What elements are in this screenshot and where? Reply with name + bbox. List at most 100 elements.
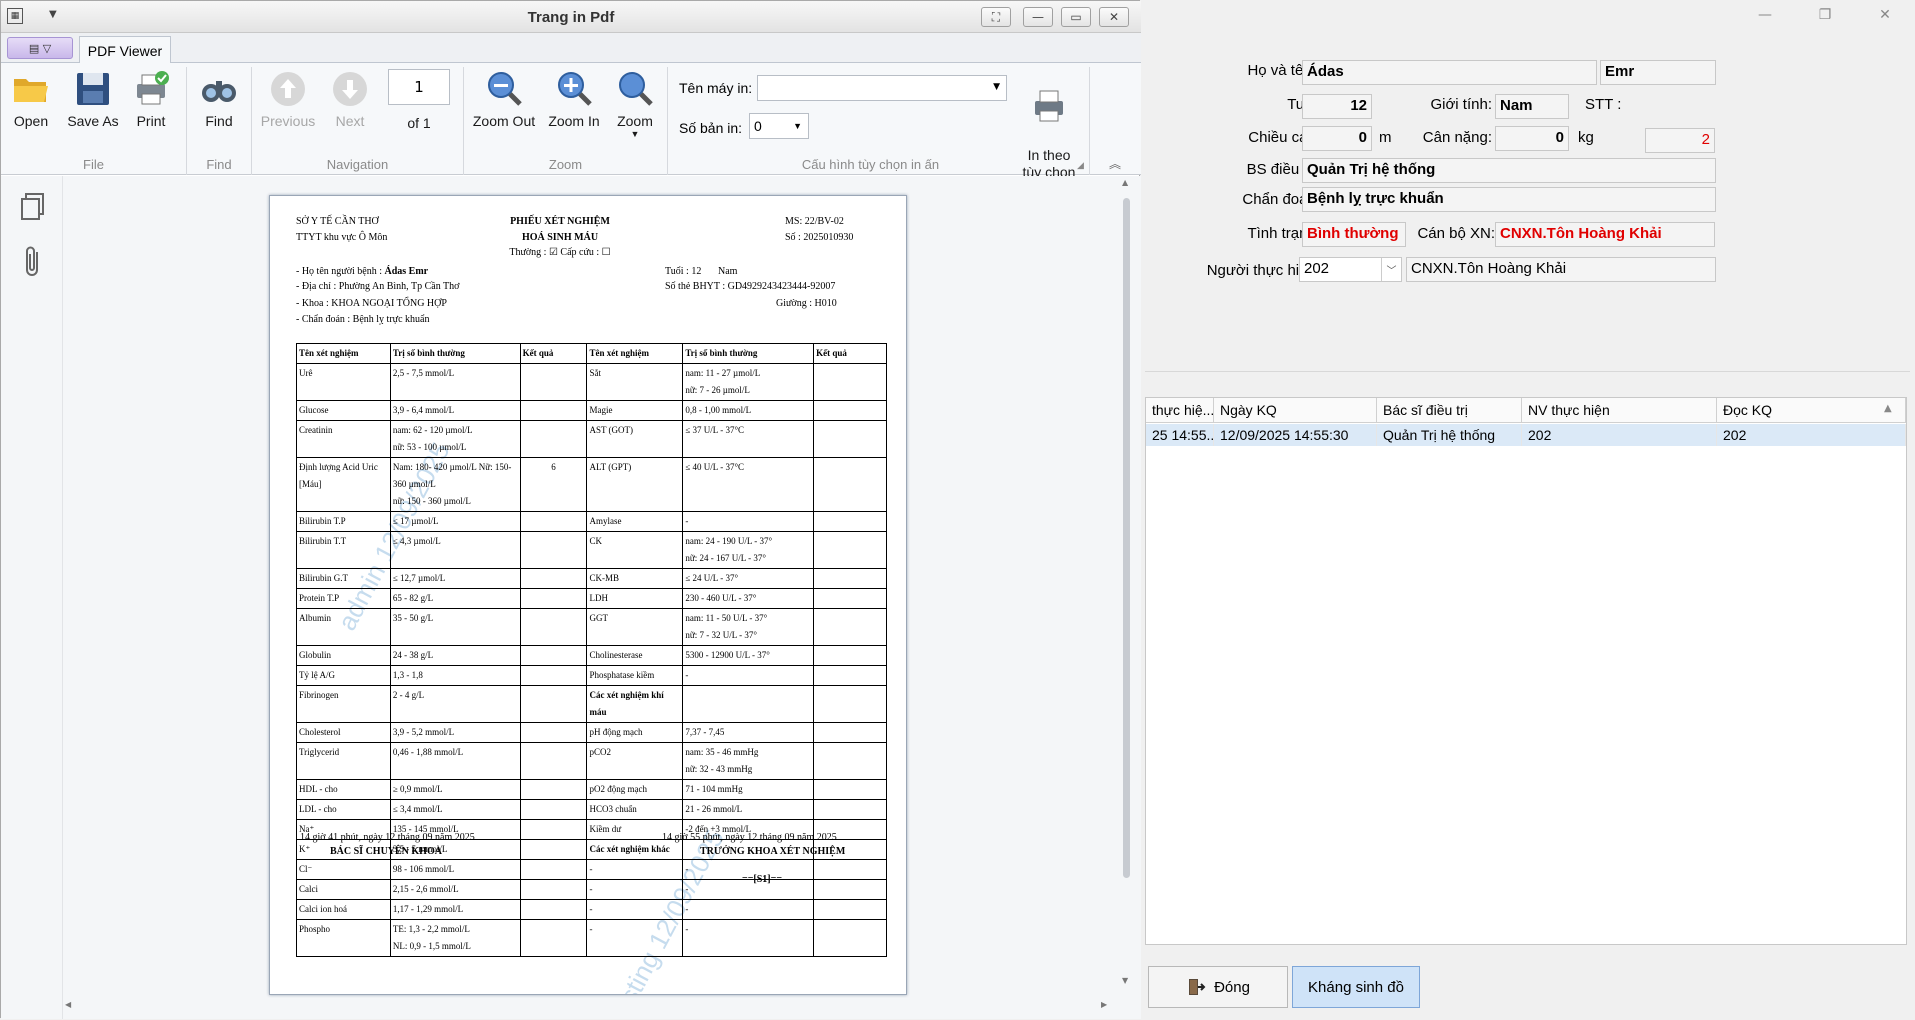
table-cell: Cholesterol <box>296 722 391 743</box>
close-icon[interactable]: ✕ <box>1099 7 1129 27</box>
lab-staff-field[interactable]: CNXN.Tôn Hoàng Khải <box>1495 222 1715 247</box>
table-cell: 1,3 - 1,8 <box>389 665 521 686</box>
collapse-ribbon-icon[interactable]: ︽ <box>1109 155 1121 172</box>
save-as-button[interactable]: Save As <box>65 69 121 129</box>
antibiogram-button[interactable]: Kháng sinh đồ <box>1292 966 1420 1008</box>
group-zoom-label: Zoom <box>548 157 583 172</box>
tab-pdf-viewer[interactable]: PDF Viewer <box>79 36 171 64</box>
fullscreen-icon[interactable]: ⛶ <box>981 7 1011 27</box>
open-button[interactable]: Open <box>9 69 53 129</box>
doc-sex: Nam <box>718 266 738 277</box>
weight-field[interactable]: 0 <box>1495 126 1569 151</box>
attachment-icon[interactable] <box>21 244 45 284</box>
age-label: Tuổi: <box>1170 96 1320 113</box>
grid-header[interactable]: NV thực hiện <box>1522 398 1717 423</box>
table-cell <box>519 879 588 900</box>
table-header: Trị số bình thường <box>682 343 815 364</box>
stt-label: STT : <box>1585 96 1622 113</box>
height-field[interactable]: 0 <box>1302 126 1372 151</box>
performer-name-field[interactable]: CNXN.Tôn Hoàng Khải <box>1406 257 1716 282</box>
grid-cell[interactable]: 202 <box>1522 424 1717 446</box>
last-name-field[interactable]: Emr <box>1600 60 1716 85</box>
printer-label: Tên máy in: <box>679 80 753 96</box>
table-cell: - <box>586 899 684 920</box>
app-menu-button[interactable]: ▤ ▽ <box>7 37 73 59</box>
chevron-down-icon: ▼ <box>630 129 640 139</box>
next-button[interactable]: Next <box>325 69 375 129</box>
sex-field[interactable]: Nam <box>1495 94 1569 119</box>
diagnosis-field[interactable]: Bệnh lỵ trực khuẩn <box>1302 187 1716 212</box>
performer-code: 202 <box>1304 260 1330 277</box>
close-icon[interactable]: ✕ <box>1855 0 1915 30</box>
table-cell <box>519 531 588 569</box>
scroll-down-icon[interactable]: ▼ <box>1122 976 1128 985</box>
table-cell: Bilirubin T.P <box>296 511 391 532</box>
grid-header[interactable]: Bác sĩ điều trị <box>1377 398 1522 423</box>
printer-icon <box>1029 86 1069 126</box>
grid-header[interactable]: Ngày KQ <box>1214 398 1377 423</box>
horizontal-scrollbar[interactable]: ◀ ▶ <box>63 998 1113 1016</box>
dialog-launcher-icon[interactable]: ◢ <box>1077 161 1084 171</box>
doc-footer-right-time: 14 giờ 55 phút, ngày 12 tháng 09 năm 202… <box>662 832 837 843</box>
close-button[interactable]: Đóng <box>1148 966 1288 1008</box>
table-row: Bilirubin T.P ≤ 17 µmol/L Amylase - <box>296 511 887 532</box>
results-grid: thực hiệ... Ngày KQ Bác sĩ điều trị NV t… <box>1145 397 1907 945</box>
pages-icon[interactable] <box>19 192 47 226</box>
table-row: Bilirubin G.T ≤ 12,7 µmol/L CK-MB ≤ 24 U/L … <box>296 568 887 589</box>
grid-header[interactable]: thực hiệ... <box>1146 398 1214 423</box>
zoom-in-button[interactable]: Zoom In <box>545 69 603 129</box>
previous-label: Previous <box>260 113 316 129</box>
vertical-scrollbar[interactable]: ▲ ▼ <box>1118 176 1136 996</box>
grid-cell[interactable]: 202 <box>1717 424 1906 446</box>
grid-cell[interactable]: 25 14:55... <box>1146 424 1214 446</box>
doc-footer-left-title: BÁC SĨ CHUYÊN KHOA <box>330 846 442 857</box>
table-header: Tên xét nghiệm <box>586 343 684 364</box>
doc-address: - Địa chỉ : Phường An Bình, Tp Cần Thơ <box>296 281 460 292</box>
grid-cell[interactable]: Quản Trị hệ thống <box>1377 424 1522 446</box>
previous-button[interactable]: Previous <box>259 69 317 129</box>
vertical-scroll-thumb[interactable] <box>1123 198 1130 878</box>
scroll-left-icon[interactable]: ◀ <box>65 1000 71 1009</box>
grid-cell[interactable]: 12/09/2025 14:55:30 <box>1214 424 1377 446</box>
scroll-right-icon[interactable]: ▶ <box>1101 1000 1107 1009</box>
antibiogram-button-label: Kháng sinh đồ <box>1308 978 1404 996</box>
table-cell <box>813 799 887 820</box>
table-cell: ≤ 12,7 µmol/L <box>389 568 521 589</box>
restore-icon[interactable]: ❐ <box>1795 0 1855 30</box>
table-cell: - <box>682 899 815 920</box>
scroll-up-icon[interactable]: ▲ <box>1122 178 1128 187</box>
minimize-icon[interactable]: — <box>1735 0 1795 30</box>
table-cell <box>519 665 588 686</box>
doctor-label: BS điều trị: <box>1246 161 1320 178</box>
status-field[interactable]: Bình thường <box>1302 222 1406 247</box>
age-field[interactable]: 12 <box>1302 94 1372 119</box>
minimize-icon[interactable]: — <box>1023 7 1053 27</box>
first-name-field[interactable]: Ádas <box>1302 60 1597 85</box>
table-cell: HCO3 chuẩn <box>586 799 684 820</box>
maximize-icon[interactable]: ▭ <box>1061 7 1091 27</box>
table-cell: 2,5 - 7,5 mmol/L <box>389 363 521 401</box>
print-button[interactable]: Print <box>129 69 173 129</box>
table-header: Trị số bình thường <box>389 343 521 364</box>
copies-select[interactable]: 0 ▼ <box>749 113 809 139</box>
table-cell: 7,37 - 7,45 <box>682 722 815 743</box>
find-button[interactable]: Find <box>197 69 241 129</box>
table-cell: 21 - 26 mmol/L <box>682 799 815 820</box>
zoom-button[interactable]: Zoom ▼ <box>611 69 659 139</box>
table-cell: ≤ 17 µmol/L <box>389 511 521 532</box>
copies-label: Số bản in: <box>679 120 743 136</box>
counter-field[interactable]: 2 <box>1645 128 1715 153</box>
table-cell <box>813 645 887 666</box>
performer-code-select[interactable]: 202 ﹀ <box>1299 257 1402 282</box>
table-header: Kết quả <box>813 343 887 364</box>
arrow-up-icon <box>268 69 308 109</box>
page-number-input[interactable]: 1 <box>388 69 450 105</box>
doctor-field[interactable]: Quản Trị hệ thống <box>1302 158 1716 183</box>
grid-header[interactable]: Đọc KQ <box>1717 398 1906 423</box>
printer-select[interactable]: ▼ <box>757 75 1007 101</box>
table-row: Albumin 35 - 50 g/L GGT nam: 11 - 50 U/L - … <box>296 608 887 646</box>
close-button-label: Đóng <box>1214 978 1250 996</box>
zoom-out-button[interactable]: Zoom Out <box>471 69 537 129</box>
table-cell: Tỷ lệ A/G <box>296 665 391 686</box>
chevron-down-icon[interactable]: ﹀ <box>1381 258 1401 281</box>
